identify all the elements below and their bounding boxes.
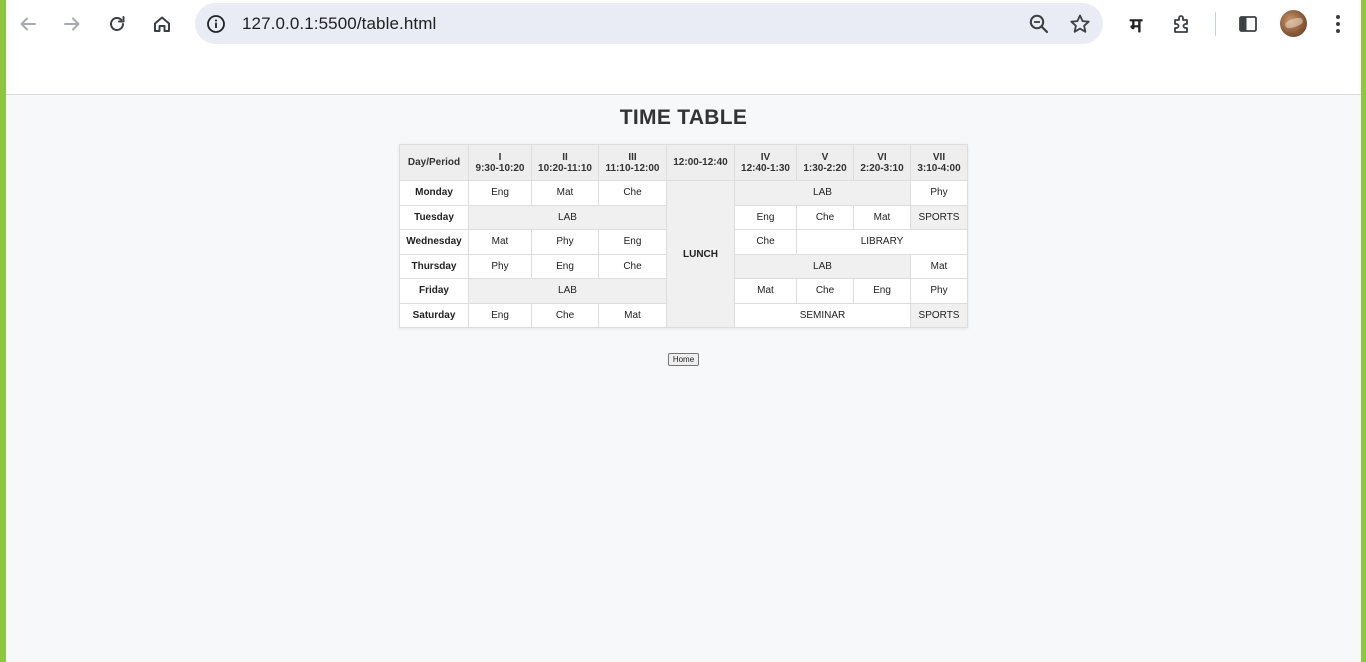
reload-icon[interactable] bbox=[99, 6, 135, 42]
table-cell: Eng bbox=[853, 278, 911, 304]
extensions-icon[interactable] bbox=[1164, 6, 1200, 42]
url-text[interactable]: 127.0.0.1:5500/table.html bbox=[242, 14, 436, 34]
header-day-period: Day/Period bbox=[399, 144, 469, 181]
header-period-4: IV 12:40-1:30 bbox=[734, 144, 797, 181]
home-icon[interactable] bbox=[144, 6, 180, 42]
back-icon[interactable] bbox=[10, 6, 46, 42]
header-period-5: V 1:30-2:20 bbox=[796, 144, 854, 181]
translate-icon[interactable]: म bbox=[1118, 6, 1154, 42]
table-cell: Che bbox=[734, 229, 797, 255]
toolbar-separator bbox=[1215, 12, 1216, 36]
day-cell: Friday bbox=[399, 278, 469, 304]
browser-window: 127.0.0.1:5500/table.html म TIME TABLE D… bbox=[6, 0, 1361, 662]
table-cell: LAB bbox=[468, 278, 667, 304]
table-cell: Phy bbox=[910, 278, 968, 304]
header-period-7: VII 3:10-4:00 bbox=[910, 144, 968, 181]
forward-icon[interactable] bbox=[54, 6, 90, 42]
table-cell: LAB bbox=[734, 253, 911, 279]
header-period-1: I 9:30-10:20 bbox=[468, 144, 532, 181]
side-panel-icon[interactable] bbox=[1230, 6, 1266, 42]
table-cell: Mat bbox=[531, 180, 599, 206]
header-period-6: VI 2:20-3:10 bbox=[853, 144, 911, 181]
table-cell: SPORTS bbox=[910, 302, 968, 328]
table-cell: SPORTS bbox=[910, 204, 968, 230]
browser-toolbar: 127.0.0.1:5500/table.html म bbox=[6, 0, 1361, 48]
table-cell: Phy bbox=[468, 253, 532, 279]
header-period-3: III 11:10-12:00 bbox=[598, 144, 667, 181]
page-title: TIME TABLE bbox=[619, 106, 748, 129]
table-cell: Che bbox=[531, 302, 599, 328]
menu-icon[interactable] bbox=[1320, 6, 1356, 42]
timetable: Day/Period I 9:30-10:20 II 10:20-11:10 III… bbox=[399, 144, 968, 328]
table-cell: LAB bbox=[468, 204, 667, 230]
table-cell: Che bbox=[796, 278, 854, 304]
table-cell: Che bbox=[796, 204, 854, 230]
table-cell: Che bbox=[598, 180, 667, 206]
table-cell: Mat bbox=[598, 302, 667, 328]
bookmarks-bar bbox=[6, 48, 1361, 95]
header-lunch-time: 12:00-12:40 bbox=[666, 144, 735, 181]
table-cell: SEMINAR bbox=[734, 302, 911, 328]
table-cell: Eng bbox=[531, 253, 599, 279]
table-cell: Phy bbox=[910, 180, 968, 206]
table-cell: Mat bbox=[734, 278, 797, 304]
table-cell: Eng bbox=[468, 180, 532, 206]
site-info-icon[interactable] bbox=[203, 11, 229, 37]
day-cell: Thursday bbox=[399, 253, 469, 279]
day-cell: Saturday bbox=[399, 302, 469, 328]
table-cell: LIBRARY bbox=[796, 229, 968, 255]
header-period-2: II 10:20-11:10 bbox=[531, 144, 599, 181]
day-cell: Tuesday bbox=[399, 204, 469, 230]
table-cell: Phy bbox=[531, 229, 599, 255]
table-cell: Eng bbox=[598, 229, 667, 255]
table-cell: Che bbox=[598, 253, 667, 279]
address-bar[interactable]: 127.0.0.1:5500/table.html bbox=[195, 3, 1103, 44]
lunch-cell: LUNCH bbox=[666, 180, 735, 328]
table-cell: Eng bbox=[734, 204, 797, 230]
table-row-monday: Monday Eng Mat Che LUNCH LAB Phy bbox=[399, 180, 968, 328]
header-row: Day/Period I 9:30-10:20 II 10:20-11:10 III… bbox=[399, 144, 968, 181]
day-cell: Wednesday bbox=[399, 229, 469, 255]
table-cell: Mat bbox=[853, 204, 911, 230]
table-cell: Mat bbox=[910, 253, 968, 279]
zoom-out-icon[interactable] bbox=[1024, 9, 1054, 39]
home-button[interactable]: Home bbox=[668, 353, 699, 366]
table-cell: Mat bbox=[468, 229, 532, 255]
table-cell: LAB bbox=[734, 180, 911, 206]
profile-avatar[interactable] bbox=[1280, 10, 1307, 37]
day-cell: Monday bbox=[399, 180, 469, 206]
table-cell: Eng bbox=[468, 302, 532, 328]
bookmark-star-icon[interactable] bbox=[1065, 9, 1095, 39]
